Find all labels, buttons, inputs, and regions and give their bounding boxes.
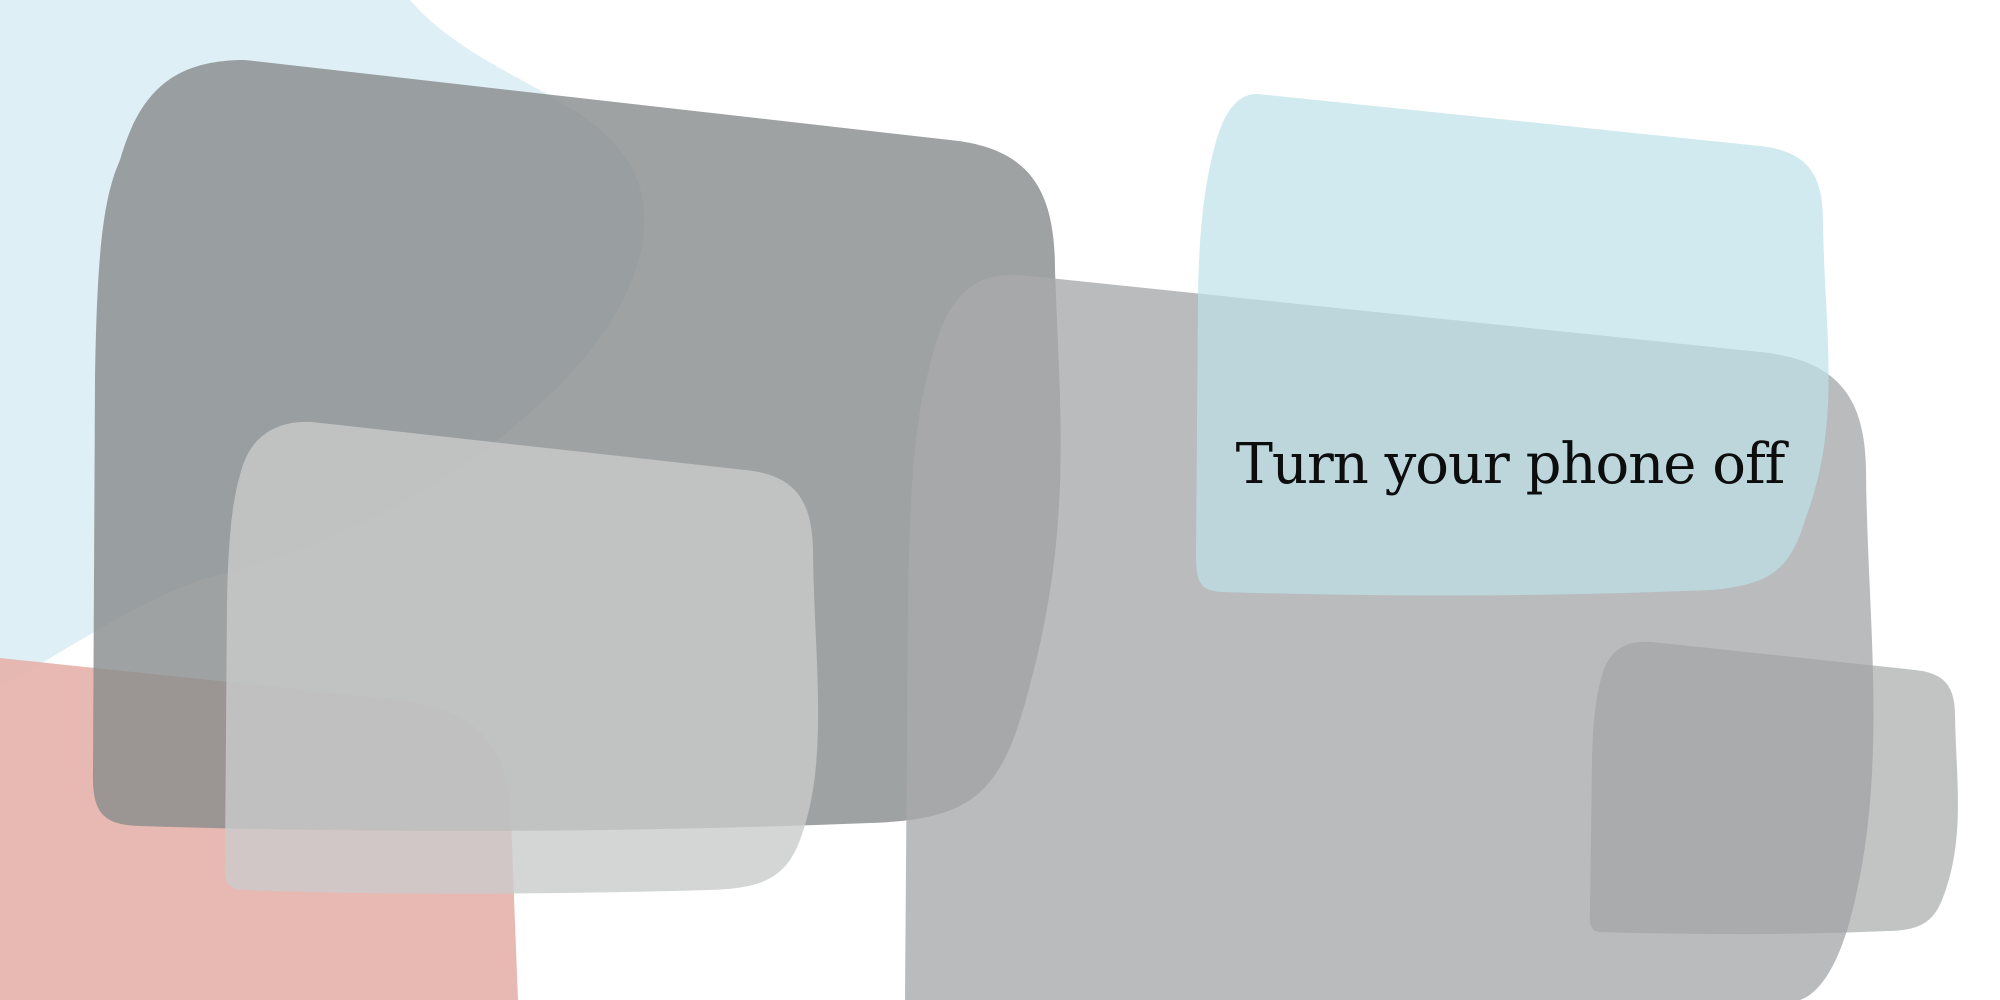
light-gray-rounded-shape [224, 421, 819, 894]
background-canvas [0, 0, 1958, 1000]
headline-text: Turn your phone off [1235, 432, 1786, 497]
small-gray-rounded-shape [1589, 641, 1958, 935]
pale-blue-rounded-shape [1196, 93, 1829, 596]
